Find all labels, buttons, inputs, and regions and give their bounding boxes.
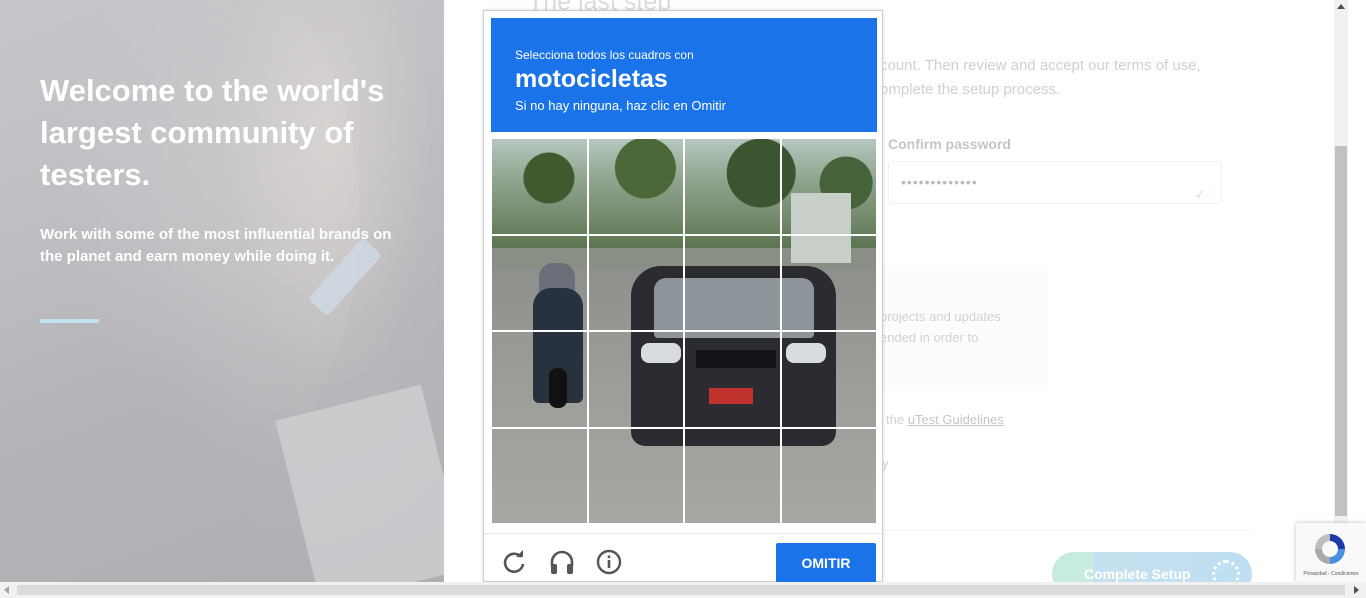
horizontal-scrollbar[interactable]	[0, 582, 1366, 598]
captcha-tile[interactable]	[780, 138, 877, 235]
recaptcha-challenge: Selecciona todos los cuadros con motocic…	[483, 10, 883, 583]
captcha-tile[interactable]	[587, 234, 684, 331]
skip-button[interactable]: OMITIR	[776, 543, 876, 583]
scroll-right-arrow-icon[interactable]	[1354, 586, 1359, 594]
scroll-left-arrow-icon[interactable]	[4, 586, 9, 594]
recaptcha-badge[interactable]: Privacidad - Condiciones	[1296, 523, 1366, 582]
captcha-tile[interactable]	[684, 234, 781, 331]
captcha-header: Selecciona todos los cuadros con motocic…	[491, 18, 877, 132]
captcha-tile[interactable]	[684, 138, 781, 235]
info-icon[interactable]	[596, 549, 622, 575]
captcha-tile[interactable]	[587, 138, 684, 235]
vertical-scroll-thumb[interactable]	[1335, 146, 1347, 516]
captcha-tile[interactable]	[780, 427, 877, 524]
captcha-tile[interactable]	[491, 427, 588, 524]
headphones-icon[interactable]	[549, 549, 575, 575]
recaptcha-logo-icon	[1312, 531, 1348, 567]
captcha-tile[interactable]	[684, 427, 781, 524]
captcha-tile[interactable]	[587, 427, 684, 524]
captcha-tile[interactable]	[491, 331, 588, 428]
captcha-tile[interactable]	[491, 234, 588, 331]
captcha-tile[interactable]	[491, 138, 588, 235]
captcha-tile[interactable]	[780, 234, 877, 331]
captcha-skip-hint: Si no hay ninguna, haz clic en Omitir	[515, 98, 726, 113]
scroll-up-arrow-icon[interactable]	[1337, 4, 1345, 9]
captcha-target: motocicletas	[515, 65, 668, 93]
horizontal-scroll-thumb[interactable]	[17, 585, 1345, 595]
reload-icon[interactable]	[501, 549, 527, 575]
recaptcha-badge-text[interactable]: Privacidad - Condiciones	[1298, 571, 1364, 577]
captcha-image-grid	[491, 138, 877, 524]
captcha-tiles	[491, 138, 877, 524]
captcha-tile[interactable]	[587, 331, 684, 428]
captcha-tile[interactable]	[684, 331, 781, 428]
window-edge	[1348, 0, 1366, 582]
captcha-footer: OMITIR	[484, 533, 882, 583]
captcha-tile[interactable]	[780, 331, 877, 428]
captcha-instruction: Selecciona todos los cuadros con	[515, 48, 694, 62]
vertical-scrollbar[interactable]	[1334, 0, 1348, 582]
